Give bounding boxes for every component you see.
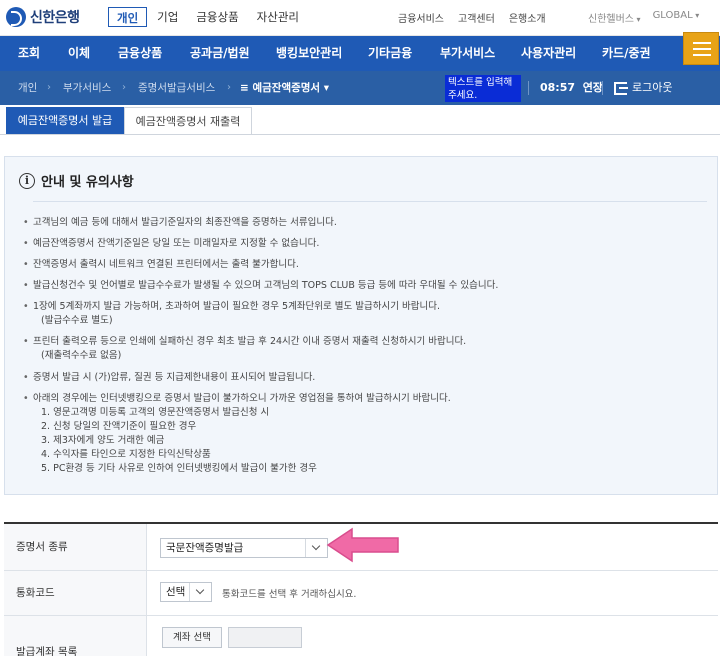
top-nav-products[interactable]: 금융상품 [188,7,246,27]
divider [528,81,529,95]
top-nav: 개인 기업 금융상품 자산관리 [108,7,307,27]
top-links: 금융서비스 고객센터 은행소개 [398,10,546,25]
hamburger-line-icon [693,42,711,44]
top-nav-personal[interactable]: 개인 [108,7,148,27]
logout-icon [614,81,628,95]
notice-title-text: 안내 및 유의사항 [41,175,134,190]
brand-logo[interactable]: 신한은행 [6,7,80,27]
exception-item: 1. 영문고객명 미등록 고객의 영문잔액증명서 발급신청 시 [41,407,270,418]
logout-button[interactable]: 로그아웃 [614,71,672,105]
notice-divider [33,201,707,202]
hamburger-menu-button[interactable] [683,32,719,65]
cert-type-label: 증명서 종류 [4,524,146,570]
hamburger-line-icon [693,48,711,50]
breadcrumb-current[interactable]: ≡ 예금잔액증명서 ▾ [240,71,329,105]
chevron-down-icon [189,583,211,601]
brand-name: 신한은행 [30,10,80,26]
top-right-links: 신한헬버스 GLOBAL [588,10,699,25]
info-icon: i [19,172,35,189]
notice-subnote: (재출력수수료 없음) [41,350,122,361]
notice-item: 아래의 경우에는 인터넷뱅킹으로 증명서 발급이 불가하오니 가까운 영업점을 … [23,392,451,406]
exception-item: 5. PC환경 등 기타 사유로 인하여 인터넷뱅킹에서 발급이 불가한 경우 [41,463,317,474]
account-select-button[interactable]: 계좌 선택 [162,627,222,648]
notice-item: 증명서 발급 시 (가)압류, 질권 등 지급제한내용이 표시되어 발급됩니다. [23,371,315,385]
notice-item: 예금잔액증명서 잔액기준일은 당일 또는 미래일자로 지정할 수 없습니다. [23,237,319,251]
main-nav-security[interactable]: 뱅킹보안관리 [276,36,342,71]
divider [602,81,603,95]
main-nav: 조회 이체 금융상품 공과금/법원 뱅킹보안관리 기타금융 부가서비스 사용자관… [0,36,720,71]
text-input-tooltip: 텍스트를 입력해주세요. [445,75,521,102]
main-nav-other-finance[interactable]: 기타금융 [368,36,412,71]
notice-item: 고객님의 예금 등에 대해서 발급기준일자의 최종잔액을 증명하는 서류입니다. [23,216,337,230]
main-nav-products[interactable]: 금융상품 [118,36,162,71]
notice-item: 프린터 출력오류 등으로 인쇄에 실패하신 경우 최초 발급 후 24시간 이내… [23,335,466,349]
cert-type-select[interactable]: 국문잔액증명발급 [160,538,328,558]
currency-value: 선택 [166,586,186,598]
account-list-label: 발급계좌 목록 [4,616,146,656]
currency-select[interactable]: 선택 [160,582,212,602]
breadcrumb: 개인 › 부가서비스 › 증명서발급서비스 › ≡ 예금잔액증명서 ▾ [0,71,720,105]
top-bar: 신한은행 개인 기업 금융상품 자산관리 금융서비스 고객센터 은행소개 신한헬… [0,0,720,36]
tab-issue[interactable]: 예금잔액증명서 발급 [6,107,124,135]
chevron-right-icon: › [227,82,231,93]
exception-item: 4. 수익자를 타인으로 지정한 타익신탁상품 [41,449,211,460]
top-nav-asset-management[interactable]: 자산관리 [249,7,307,27]
notice-subnote: (발급수수료 별도) [41,315,113,326]
top-link-family-sites[interactable]: 신한헬버스 [588,10,641,25]
exception-item: 2. 신청 당일의 잔액기준이 필요한 경우 [41,421,197,432]
shinhan-logo-icon [6,7,26,27]
breadcrumb-certificate-service[interactable]: 증명서발급서비스 [138,71,215,105]
exception-item: 3. 제3자에게 양도 거래한 예금 [41,435,165,446]
tab-reprint[interactable]: 예금잔액증명서 재출력 [124,107,252,135]
session-time: 08:57 [540,81,576,94]
breadcrumb-current-label: 예금잔액증명서 [252,82,321,94]
tab-divider [0,134,720,135]
cert-type-value: 국문잔액증명발급 [166,542,244,554]
top-nav-corporate[interactable]: 기업 [149,7,186,27]
main-nav-utility-court[interactable]: 공과금/법원 [190,36,250,71]
breadcrumb-personal[interactable]: 개인 [18,71,37,105]
main-nav-card-securities[interactable]: 카드/중권 [602,36,651,71]
notice-title: i 안내 및 유의사항 [19,171,134,190]
notice-box: i 안내 및 유의사항 고객님의 예금 등에 대해서 발급기준일자의 최종잔액을… [4,156,718,495]
currency-hint: 통화코드를 선택 후 거래하십시요. [222,589,357,600]
breadcrumb-additional-services[interactable]: 부가서비스 [63,71,111,105]
logout-label: 로그아웃 [632,81,673,94]
top-link-financial-service[interactable]: 금융서비스 [398,10,444,25]
chevron-right-icon: › [47,82,51,93]
chevron-right-icon: › [122,82,126,93]
top-link-customer-center[interactable]: 고객센터 [458,10,495,25]
notice-item: 잔액증명서 출력시 네트워크 연결된 프린터에서는 출력 불가합니다. [23,258,299,272]
column-divider [146,524,147,656]
currency-label: 통화코드 [4,571,146,615]
chevron-down-icon [305,539,327,557]
account-display-field[interactable] [228,627,302,648]
main-nav-transfer[interactable]: 이체 [68,36,90,71]
main-nav-inquiry[interactable]: 조회 [18,36,40,71]
main-nav-additional-services[interactable]: 부가서비스 [440,36,495,71]
session-timer: 08:57 연장 [540,71,603,105]
top-link-global[interactable]: GLOBAL [653,10,700,25]
main-nav-user-management[interactable]: 사용자관리 [521,36,576,71]
session-extend-button[interactable]: 연장 [583,81,603,94]
top-link-bank-intro[interactable]: 은행소개 [509,10,546,25]
notice-item: 1장에 5계좌까지 발급 가능하며, 초과하여 발급이 필요한 경우 5계좌단위… [23,300,440,314]
pink-arrow-icon [326,527,399,563]
hamburger-line-icon [693,54,711,56]
notice-item: 발급신청건수 및 언어별로 발급수수료가 발생될 수 있으며 고객님의 TOPS… [23,279,498,293]
